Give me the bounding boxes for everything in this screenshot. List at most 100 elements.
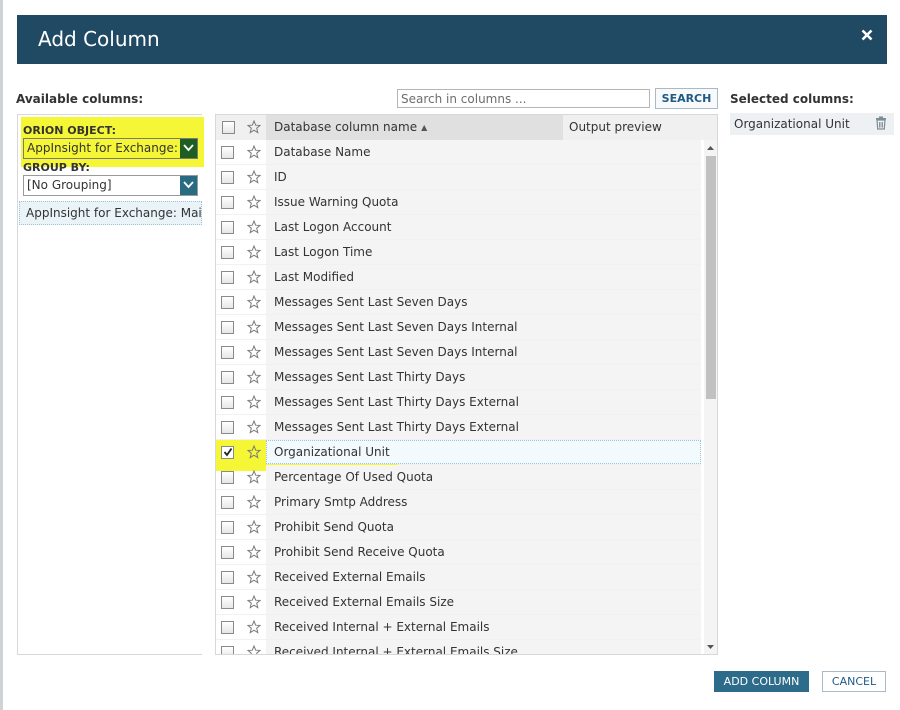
search-button[interactable]: SEARCH	[655, 88, 718, 109]
table-row[interactable]: Prohibit Send Quota	[216, 515, 701, 540]
row-checkbox[interactable]	[221, 471, 234, 484]
row-label: Messages Sent Last Thirty Days	[274, 370, 466, 384]
selected-column-item[interactable]: Organizational Unit	[730, 113, 894, 135]
table-row[interactable]: Messages Sent Last Seven Days Internal	[216, 340, 701, 365]
table-row[interactable]: ID	[216, 165, 701, 190]
star-icon[interactable]	[247, 370, 261, 384]
row-label: Messages Sent Last Seven Days	[274, 295, 468, 309]
scroll-up-icon[interactable]	[706, 144, 715, 152]
table-row[interactable]: Messages Sent Last Seven Days Internal	[216, 315, 701, 340]
row-checkbox[interactable]	[221, 546, 234, 559]
row-label: Organizational Unit	[274, 445, 390, 459]
selected-columns-label: Selected columns:	[730, 92, 854, 106]
star-icon[interactable]	[247, 395, 261, 409]
table-row[interactable]: Last Logon Time	[216, 240, 701, 265]
column-header-name[interactable]: Database column name ▲	[266, 115, 563, 140]
star-icon[interactable]	[247, 420, 261, 434]
row-label: Messages Sent Last Seven Days Internal	[274, 320, 518, 334]
star-icon[interactable]	[247, 320, 261, 334]
star-icon[interactable]	[247, 495, 261, 509]
row-checkbox[interactable]	[221, 521, 234, 534]
table-row[interactable]: Organizational Unit	[216, 440, 701, 471]
row-label: Percentage Of Used Quota	[274, 470, 434, 484]
table-row[interactable]: Prohibit Send Receive Quota	[216, 540, 701, 565]
table-row[interactable]: Received External Emails Size	[216, 590, 701, 615]
star-icon[interactable]	[247, 570, 261, 584]
star-icon[interactable]	[247, 545, 261, 559]
star-icon[interactable]	[247, 195, 261, 209]
table-row[interactable]: Received Internal + External Emails	[216, 615, 701, 640]
table-header: Database column name ▲ Output preview	[216, 115, 717, 140]
row-checkbox[interactable]	[221, 196, 234, 209]
row-checkbox[interactable]	[221, 221, 234, 234]
star-icon[interactable]	[247, 595, 261, 609]
table-row[interactable]: Database Name	[216, 140, 701, 165]
row-label: Last Logon Time	[274, 245, 373, 259]
row-checkbox[interactable]	[221, 271, 234, 284]
table-row[interactable]: Messages Sent Last Thirty Days External	[216, 415, 701, 440]
group-by-select[interactable]: [No Grouping]	[23, 175, 198, 196]
row-checkbox[interactable]	[221, 146, 234, 159]
scroll-thumb[interactable]	[706, 156, 716, 399]
row-checkbox[interactable]	[221, 246, 234, 259]
row-label: Received Internal + External Emails Size	[274, 645, 518, 655]
row-label: Last Logon Account	[274, 220, 392, 234]
row-checkbox[interactable]	[221, 396, 234, 409]
row-checkbox[interactable]	[221, 421, 234, 434]
table-row[interactable]: Messages Sent Last Seven Days	[216, 290, 701, 315]
orion-object-value: AppInsight for Exchange: M	[27, 141, 193, 155]
row-checkbox[interactable]	[221, 596, 234, 609]
star-icon[interactable]	[247, 120, 261, 134]
star-icon[interactable]	[247, 470, 261, 484]
row-checkbox[interactable]	[221, 496, 234, 509]
row-checkbox[interactable]	[221, 371, 234, 384]
row-checkbox[interactable]	[221, 571, 234, 584]
row-checkbox[interactable]	[221, 296, 234, 309]
table-row[interactable]: Received Internal + External Emails Size	[216, 640, 701, 655]
select-all-checkbox[interactable]	[222, 121, 235, 134]
table-row[interactable]: Primary Smtp Address	[216, 490, 701, 515]
star-icon[interactable]	[247, 220, 261, 234]
row-label: Issue Warning Quota	[274, 195, 399, 209]
table-row[interactable]: Received External Emails	[216, 565, 701, 590]
table-row[interactable]: Last Logon Account	[216, 215, 701, 240]
star-icon[interactable]	[247, 245, 261, 259]
add-column-button[interactable]: ADD COLUMN	[714, 671, 809, 692]
star-icon[interactable]	[247, 145, 261, 159]
table-row[interactable]: Percentage Of Used Quota	[216, 465, 701, 490]
chevron-down-icon[interactable]	[180, 176, 197, 195]
table-row[interactable]: Issue Warning Quota	[216, 190, 701, 215]
row-checkbox[interactable]	[221, 321, 234, 334]
star-icon[interactable]	[247, 445, 261, 459]
star-icon[interactable]	[247, 520, 261, 534]
table-row[interactable]: Messages Sent Last Thirty Days	[216, 365, 701, 390]
trash-icon[interactable]	[875, 116, 887, 130]
row-label: Prohibit Send Quota	[274, 520, 394, 534]
star-icon[interactable]	[247, 295, 261, 309]
row-checkbox[interactable]	[221, 446, 234, 459]
row-label: Received External Emails Size	[274, 595, 455, 609]
close-icon[interactable]	[861, 29, 875, 45]
row-label: Messages Sent Last Thirty Days External	[274, 395, 519, 409]
table-row[interactable]: Last Modified	[216, 265, 701, 290]
scrollbar[interactable]	[704, 140, 717, 654]
star-icon[interactable]	[247, 620, 261, 634]
available-columns-label: Available columns:	[16, 92, 144, 106]
orion-object-select[interactable]: AppInsight for Exchange: M	[23, 138, 198, 159]
star-icon[interactable]	[247, 170, 261, 184]
chevron-down-icon[interactable]	[180, 139, 197, 158]
cancel-button[interactable]: CANCEL	[822, 671, 886, 692]
group-by-label: GROUP BY:	[23, 161, 90, 174]
star-icon[interactable]	[247, 270, 261, 284]
row-checkbox[interactable]	[221, 621, 234, 634]
scroll-down-icon[interactable]	[706, 643, 715, 651]
row-checkbox[interactable]	[221, 646, 234, 654]
row-checkbox[interactable]	[221, 171, 234, 184]
row-checkbox[interactable]	[221, 346, 234, 359]
star-icon[interactable]	[247, 345, 261, 359]
table-row[interactable]: Messages Sent Last Thirty Days External	[216, 390, 701, 415]
star-icon[interactable]	[247, 645, 261, 655]
object-list-item[interactable]: AppInsight for Exchange: Mai...	[19, 201, 202, 225]
row-label: Primary Smtp Address	[274, 495, 408, 509]
search-input[interactable]	[397, 89, 650, 108]
